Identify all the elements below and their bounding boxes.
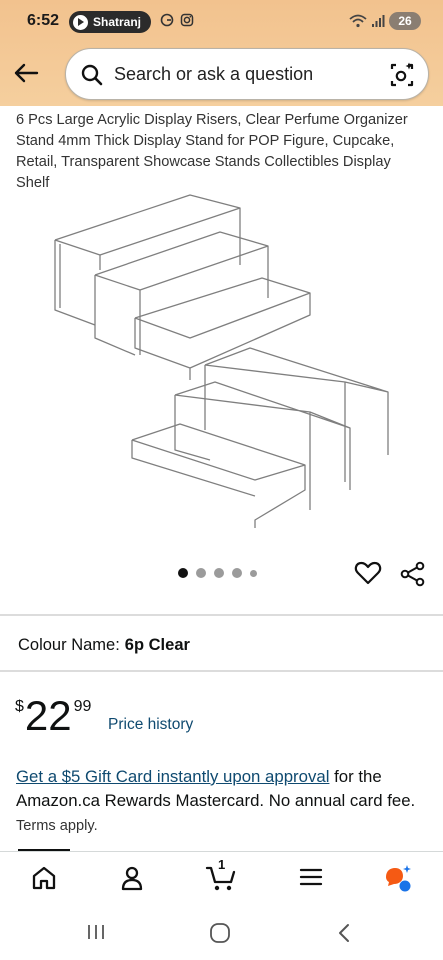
section-divider xyxy=(0,670,443,672)
price-currency: $ xyxy=(15,698,24,715)
section-divider xyxy=(0,614,443,616)
nav-account[interactable] xyxy=(118,864,146,897)
home-circle-icon xyxy=(210,923,230,943)
recents-button[interactable] xyxy=(85,922,107,947)
active-app-pill[interactable]: Shatranj xyxy=(69,11,152,33)
search-icon xyxy=(81,64,103,86)
app-pill-label: Shatranj xyxy=(93,15,142,29)
pagination-dot[interactable] xyxy=(250,569,257,577)
colour-label: Colour Name: xyxy=(18,636,120,654)
nav-cart[interactable]: 1 xyxy=(205,857,237,897)
search-input[interactable]: Search or ask a question xyxy=(114,64,313,85)
product-title[interactable]: 6 Pcs Large Acrylic Display Risers, Clea… xyxy=(16,110,426,194)
heart-icon xyxy=(354,561,382,585)
home-icon xyxy=(32,866,56,890)
nav-rufus[interactable] xyxy=(383,864,415,899)
colour-value: 6p Clear xyxy=(124,636,190,654)
wishlist-button[interactable] xyxy=(354,560,382,591)
recents-icon xyxy=(88,925,104,939)
nav-home[interactable] xyxy=(30,864,58,897)
back-button[interactable] xyxy=(11,58,41,88)
price: $ 22 99 xyxy=(15,694,91,738)
pagination-dot[interactable] xyxy=(214,568,224,578)
menu-icon xyxy=(299,868,323,886)
rufus-icon xyxy=(386,865,411,892)
share-button[interactable] xyxy=(400,561,426,592)
account-icon xyxy=(121,866,143,891)
cart-count-badge: 1 xyxy=(218,857,226,872)
terms-link[interactable]: Terms apply. xyxy=(16,818,98,834)
play-icon xyxy=(73,14,88,30)
colour-selector[interactable]: Colour Name: 6p Clear xyxy=(18,636,190,655)
app-header: 6:52 Shatranj 26 Search or ask a questio… xyxy=(0,0,443,106)
status-right: 26 xyxy=(349,12,421,30)
price-fraction: 99 xyxy=(73,698,92,715)
bottom-nav: 1 xyxy=(0,851,443,906)
system-nav-bar xyxy=(0,906,443,960)
credit-card-promo: Get a $5 Gift Card instantly upon approv… xyxy=(16,765,426,838)
image-pagination[interactable] xyxy=(178,568,257,578)
notification-icons xyxy=(160,13,194,27)
nav-menu[interactable] xyxy=(298,864,324,895)
battery-indicator: 26 xyxy=(389,12,421,30)
system-back-button[interactable] xyxy=(334,922,354,949)
camera-search-icon[interactable] xyxy=(388,61,416,89)
search-bar[interactable]: Search or ask a question xyxy=(65,48,429,100)
status-time: 6:52 xyxy=(27,12,60,29)
gift-card-promo-link[interactable]: Get a $5 Gift Card instantly upon approv… xyxy=(16,767,329,786)
system-home-button[interactable] xyxy=(208,922,232,949)
pagination-dot[interactable] xyxy=(196,568,206,578)
status-bar: 6:52 Shatranj 26 xyxy=(0,0,443,44)
price-whole: 22 xyxy=(24,692,72,739)
arrow-left-icon xyxy=(14,63,39,83)
price-history-link[interactable]: Price history xyxy=(108,716,193,734)
wifi-icon xyxy=(349,14,367,28)
instagram-icon xyxy=(180,13,194,27)
pagination-dot-active[interactable] xyxy=(178,568,188,578)
product-image[interactable] xyxy=(40,190,400,535)
back-chevron-icon xyxy=(339,924,349,942)
signal-icon xyxy=(372,15,385,27)
share-icon xyxy=(400,561,425,587)
pagination-dot[interactable] xyxy=(232,568,242,578)
circle-g-icon xyxy=(160,13,174,27)
